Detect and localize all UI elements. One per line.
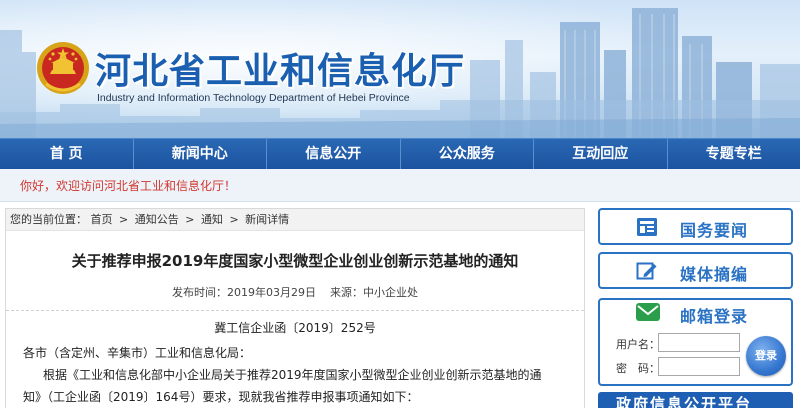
mailbox-login-panel: 邮箱登录 用户名： 密 码： 登录 <box>598 298 793 386</box>
nav-item-home[interactable]: 首 页 <box>0 139 133 169</box>
sidebar-button-label: 媒体摘编 <box>680 265 749 284</box>
breadcrumb-item-current: 新闻详情 <box>245 213 290 226</box>
article-meta: 发布时间：2019年03月29日 来源：中小企业处 <box>6 284 584 300</box>
breadcrumb-separator: > <box>185 213 195 226</box>
edit-pen-icon <box>636 262 657 280</box>
mailbox-header: 邮箱登录 <box>600 300 791 326</box>
breadcrumb-item-notices[interactable]: 通知公告 <box>135 213 179 226</box>
source-value: 中小企业处 <box>363 286 418 299</box>
sidebar-button-label: 国务要闻 <box>680 221 749 240</box>
site-subtitle: Industry and Information Technology Depa… <box>97 92 410 104</box>
username-input[interactable] <box>658 333 740 352</box>
welcome-text: 你好，欢迎访问河北省工业和信息化厅！ <box>20 179 237 193</box>
breadcrumb-separator: > <box>119 213 129 226</box>
nav-item-news-center[interactable]: 新闻中心 <box>132 139 267 169</box>
nav-item-public-service[interactable]: 公众服务 <box>399 139 534 169</box>
breadcrumb-separator: > <box>229 213 239 226</box>
source-label: 来源： <box>330 286 363 299</box>
envelope-icon <box>636 303 660 321</box>
gov-info-platform-label: 政府信息公开平台 <box>616 395 753 408</box>
site-title: 河北省工业和信息化厅 <box>95 50 466 92</box>
publish-date: 2019年03月29日 <box>227 286 316 299</box>
breadcrumb-item-home[interactable]: 首页 <box>91 213 113 226</box>
nav-item-info-disclosure[interactable]: 信息公开 <box>266 139 400 169</box>
breadcrumb: 您的当前位置： 首页 > 通知公告 > 通知 > 新闻详情 <box>6 209 584 231</box>
welcome-bar: 你好，欢迎访问河北省工业和信息化厅！ <box>0 169 800 202</box>
publish-label: 发布时间： <box>172 286 227 299</box>
article-addressee: 各市（含定州、辛集市）工业和信息化局： <box>23 346 252 360</box>
username-label: 用户名： <box>616 338 660 351</box>
news-screen-icon <box>637 218 657 236</box>
header-banner: 河北省工业和信息化厅 Industry and Information Tech… <box>0 0 800 138</box>
breadcrumb-item-notice[interactable]: 通知 <box>201 213 223 226</box>
nav-item-interaction[interactable]: 互动回应 <box>533 139 667 169</box>
password-label: 密 码： <box>616 362 660 375</box>
sidebar-button-media-digest[interactable]: 媒体摘编 <box>598 252 793 289</box>
article-body-line-2: 知》（工企业函〔2019〕164号）要求，现就我省推荐申报事项通知如下： <box>23 390 419 404</box>
article-body-line-1: 根据《工业和信息化部中小企业局关于推荐2019年度国家小型微型企业创业创新示范基… <box>43 368 542 382</box>
sidebar-button-state-news[interactable]: 国务要闻 <box>598 208 793 245</box>
login-button[interactable]: 登录 <box>746 336 786 376</box>
national-emblem-icon <box>37 42 89 94</box>
meta-divider <box>6 310 584 311</box>
password-input[interactable] <box>658 357 740 376</box>
breadcrumb-prefix: 您的当前位置： <box>10 213 87 226</box>
article-panel: 您的当前位置： 首页 > 通知公告 > 通知 > 新闻详情 关于推荐申报2019… <box>5 208 585 408</box>
nav-item-special-topics[interactable]: 专题专栏 <box>666 139 800 169</box>
mailbox-title: 邮箱登录 <box>680 307 749 326</box>
article-title: 关于推荐申报2019年度国家小型微型企业创业创新示范基地的通知 <box>71 252 519 270</box>
document-number: 冀工信企业函〔2019〕252号 <box>214 321 376 335</box>
main-nav: 首 页 新闻中心 信息公开 公众服务 互动回应 专题专栏 <box>0 138 800 169</box>
gov-info-platform-link[interactable]: 政府信息公开平台 <box>598 392 793 408</box>
